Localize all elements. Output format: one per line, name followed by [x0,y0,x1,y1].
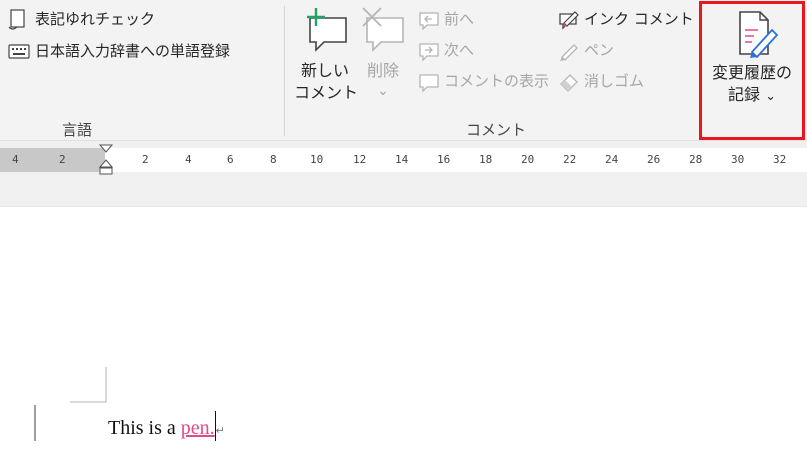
delete-comment-icon [362,7,404,52]
ime-dictionary-button[interactable]: 日本語入力辞書への単語登録 [8,41,268,63]
ruler-tick-label: 14 [395,153,409,166]
group-separator [284,6,285,136]
eraser-label: 消しゴム [584,72,645,90]
document-page[interactable]: This is a pen.↵ [0,207,807,463]
ruler-tick-label: 2 [59,153,66,166]
document-line[interactable]: This is a pen.↵ [108,411,225,441]
ink-comment-button[interactable]: インク コメント [558,9,694,31]
pen-icon [560,44,578,61]
ruler-tick-label: 26 [647,153,661,166]
next-comment-icon [419,43,439,61]
keyboard-icon [8,44,30,59]
new-comment-button[interactable]: 新しい コメント [294,6,359,106]
ruler-tick-label: 4 [12,153,19,166]
indent-marker-icon[interactable] [99,144,113,180]
ruler-tick-label: 4 [185,153,192,166]
ruler-tick-label: 8 [270,153,277,166]
ruler-tick-label: 18 [479,153,493,166]
document-text: This is a [108,417,181,439]
previous-comment-button[interactable]: 前へ [418,9,488,31]
ruler-tick-label: 16 [437,153,451,166]
chevron-down-icon: ⌄ [377,83,389,99]
horizontal-ruler[interactable]: 4 2 2 4 6 8 10 12 14 16 18 20 22 24 26 28 30 32 [0,144,807,175]
margin-corner-mark [70,367,107,403]
paragraph-mark: ↵ [215,425,225,437]
ink-comment-icon [559,11,579,30]
ruler-tick-label: 28 [689,153,703,166]
new-comment-icon [307,8,347,52]
delete-comment-label: 削除 [366,61,399,80]
eraser-icon [560,74,578,92]
ruler-tick-label: 30 [731,153,745,166]
comment-group-label: コメント [466,121,527,139]
ink-comment-label: インク コメント [584,10,694,28]
change-bar [34,405,36,441]
highlight-box [699,1,805,140]
ime-dictionary-label: 日本語入力辞書への単語登録 [35,42,231,60]
ruler-tick-label: 32 [773,153,787,166]
language-group-label: 言語 [62,121,93,139]
new-comment-label: 新しい コメント [294,61,359,102]
ruler-tick-label: 10 [310,153,324,166]
pen-label: ペン [584,41,615,59]
inserted-text: pen. [180,417,215,439]
ruler-area: 4 2 2 4 6 8 10 12 14 16 18 20 22 24 26 28 30 32 [0,141,807,207]
show-comments-icon [419,74,439,92]
ribbon: 表記ゆれチェック 日本語入力辞書への単語登録 言語 新しい コメント 削除 ⌄ [0,0,807,141]
ruler-tick-label: 6 [227,153,234,166]
pen-button[interactable]: ペン [558,40,638,62]
ruler-tick-label: 22 [563,153,577,166]
ruler-tick-label: 20 [521,153,535,166]
previous-comment-label: 前へ [444,10,475,28]
ruler-tick-label: 24 [605,153,619,166]
ruler-tick-label: 12 [353,153,367,166]
eraser-button[interactable]: 消しゴム [558,71,658,93]
show-comments-button[interactable]: コメントの表示 [418,71,550,93]
show-comments-label: コメントの表示 [444,72,550,90]
next-comment-button[interactable]: 次へ [418,40,488,62]
spelling-consistency-label: 表記ゆれチェック [35,10,156,28]
spelling-consistency-button[interactable]: 表記ゆれチェック [8,9,158,31]
ruler-tick-label: 2 [142,153,149,166]
next-comment-label: 次へ [444,41,475,59]
delete-comment-button[interactable]: 削除 ⌄ [357,6,409,106]
previous-comment-icon [419,12,439,30]
document-check-icon [8,9,25,30]
